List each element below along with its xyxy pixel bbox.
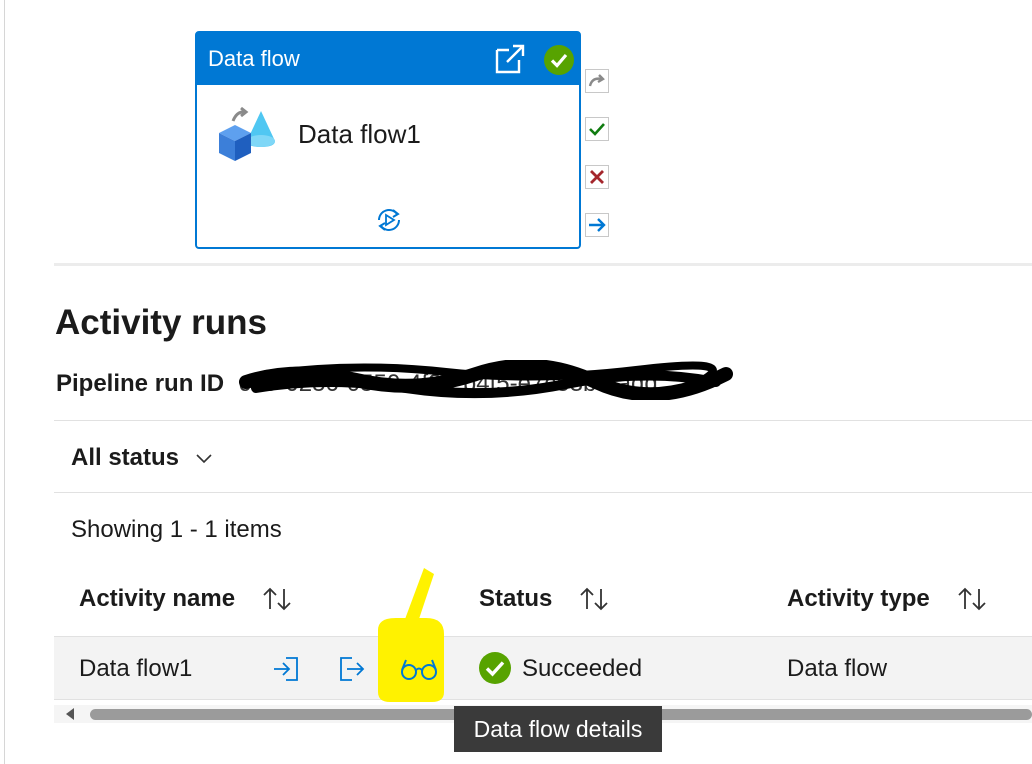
on-failure-button[interactable] bbox=[585, 165, 609, 189]
table-row[interactable]: Data flow1 Succeeded Data flow bbox=[54, 636, 1032, 700]
cell-activity-name: Data flow1 bbox=[79, 655, 193, 682]
status-filter-label: All status bbox=[71, 444, 180, 471]
scroll-left-icon[interactable] bbox=[64, 708, 76, 720]
canvas-divider bbox=[54, 263, 1032, 266]
external-link-icon[interactable] bbox=[493, 42, 527, 76]
sort-icon bbox=[580, 587, 608, 611]
activity-runs-title: Activity runs bbox=[55, 303, 267, 342]
data-flow-activity-card[interactable]: Data flow Data flow1 bbox=[195, 31, 581, 249]
column-label: Status bbox=[479, 585, 553, 612]
card-header-title: Data flow bbox=[208, 46, 300, 71]
card-activity-name: Data flow1 bbox=[298, 119, 421, 149]
output-icon[interactable] bbox=[338, 655, 366, 683]
filter-top-divider bbox=[54, 420, 1032, 421]
filter-bottom-divider bbox=[54, 492, 1032, 493]
cell-status: Succeeded bbox=[522, 655, 643, 682]
close-icon bbox=[590, 170, 604, 184]
pipeline-run-id-label: Pipeline run ID bbox=[56, 370, 225, 397]
left-border bbox=[4, 0, 5, 764]
redo-icon bbox=[588, 74, 605, 87]
card-body: Data flow1 bbox=[197, 85, 579, 247]
data-flow-icon bbox=[219, 106, 275, 161]
redo-button[interactable] bbox=[585, 69, 609, 93]
on-completion-button[interactable] bbox=[585, 213, 609, 237]
rerun-icon[interactable] bbox=[374, 205, 404, 235]
highlight-annotation bbox=[378, 568, 444, 702]
column-header-activity-type[interactable]: Activity type bbox=[787, 585, 990, 613]
success-check-icon bbox=[544, 45, 574, 75]
column-label: Activity type bbox=[787, 585, 930, 612]
on-success-button[interactable] bbox=[585, 117, 609, 141]
column-header-activity-name[interactable]: Activity name bbox=[79, 585, 295, 613]
data-flow-details-tooltip: Data flow details bbox=[454, 706, 662, 752]
redaction-scribble bbox=[239, 360, 733, 400]
glasses-icon[interactable] bbox=[400, 656, 438, 682]
chevron-down-icon bbox=[196, 454, 212, 464]
sort-icon bbox=[958, 587, 986, 611]
items-count: Showing 1 - 1 items bbox=[71, 516, 282, 543]
success-check-icon bbox=[479, 652, 511, 684]
arrow-right-icon bbox=[589, 218, 606, 232]
status-filter-dropdown[interactable]: All status bbox=[71, 444, 213, 472]
cell-activity-type: Data flow bbox=[787, 655, 888, 682]
check-icon bbox=[589, 123, 605, 136]
column-header-status[interactable]: Status bbox=[479, 585, 612, 613]
column-label: Activity name bbox=[79, 585, 236, 612]
card-header: Data flow bbox=[197, 33, 579, 85]
sort-icon bbox=[263, 587, 291, 611]
input-icon[interactable] bbox=[272, 655, 300, 683]
